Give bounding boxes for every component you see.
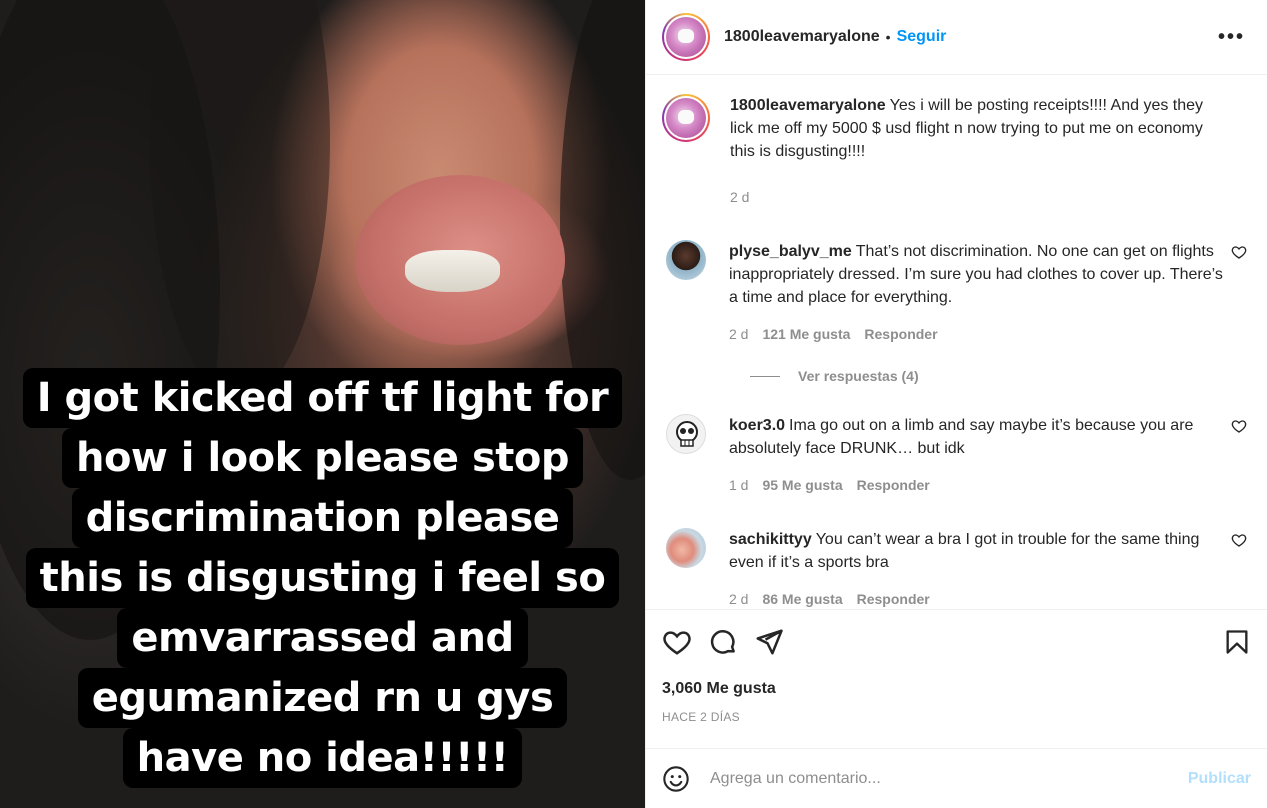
comment-username[interactable]: 1800leavemaryalone xyxy=(730,97,886,114)
comment-body: plyse_balyv_me That’s not discrimination.… xyxy=(729,240,1229,346)
view-replies-button[interactable]: Ver respuestas (4) xyxy=(732,368,1251,384)
comment-item: koer3.0 Ima go out on a limb and say mayb… xyxy=(662,414,1251,497)
comment-likes[interactable]: 121 Me gusta xyxy=(762,323,850,346)
caption-comment: 1800leavemaryalone Yes i will be posting … xyxy=(662,94,1251,209)
separator-dot: • xyxy=(885,29,891,45)
avatar-image xyxy=(666,98,706,138)
comments-list[interactable]: 1800leavemaryalone Yes i will be posting … xyxy=(646,76,1267,609)
post-image[interactable]: I got kicked off tf light for how i look… xyxy=(0,0,645,808)
reply-button[interactable]: Responder xyxy=(857,474,930,497)
comment-likes[interactable]: 95 Me gusta xyxy=(762,474,842,497)
comment-time[interactable]: 2 d xyxy=(729,323,748,346)
post-timestamp[interactable]: HACE 2 DÍAS xyxy=(662,710,1251,724)
comment-item: plyse_balyv_me That’s not discrimination.… xyxy=(662,240,1251,346)
comment-text: Ima go out on a limb and say maybe it’s … xyxy=(729,417,1194,457)
comment-meta: 2 d 121 Me gusta Responder xyxy=(729,323,1229,346)
avatar-image xyxy=(666,17,706,57)
action-icons xyxy=(662,626,1251,658)
likes-count[interactable]: 3,060 Me gusta xyxy=(662,680,1251,698)
more-options-icon[interactable]: ••• xyxy=(1212,26,1251,49)
comment-body: sachikittyy You can’t wear a bra I got in… xyxy=(729,528,1229,609)
commenter-avatar[interactable] xyxy=(666,528,706,568)
comment-body: koer3.0 Ima go out on a limb and say mayb… xyxy=(729,414,1229,497)
replies-divider xyxy=(750,375,780,377)
caption-line: egumanized rn u gys xyxy=(77,668,568,728)
author-username[interactable]: 1800leavemaryalone xyxy=(724,28,880,46)
comment-time[interactable]: 1 d xyxy=(729,474,748,497)
add-comment-bar: Publicar xyxy=(646,748,1267,808)
post-header: 1800leavemaryalone • Seguir ••• xyxy=(646,0,1267,75)
emoji-icon[interactable] xyxy=(662,765,690,793)
comment-meta: 2 d 86 Me gusta Responder xyxy=(729,588,1229,609)
comment-time[interactable]: 2 d xyxy=(729,588,748,609)
comment-icon[interactable] xyxy=(708,627,738,657)
teeth-shape xyxy=(405,250,500,292)
heart-icon[interactable] xyxy=(1231,418,1247,434)
commenter-avatar[interactable] xyxy=(666,414,706,454)
heart-icon[interactable] xyxy=(1231,244,1247,260)
comment-meta: 1 d 95 Me gusta Responder xyxy=(729,474,1229,497)
caption-line: discrimination please xyxy=(71,488,574,548)
view-replies-label: Ver respuestas (4) xyxy=(798,368,919,384)
comment-username[interactable]: plyse_balyv_me xyxy=(729,243,852,260)
heart-icon[interactable] xyxy=(1231,532,1247,548)
reply-button[interactable]: Responder xyxy=(864,323,937,346)
heart-icon[interactable] xyxy=(662,627,692,657)
post-side-panel: 1800leavemaryalone • Seguir ••• 1800leav… xyxy=(645,0,1267,808)
comment-likes[interactable]: 86 Me gusta xyxy=(762,588,842,609)
bookmark-icon[interactable] xyxy=(1223,627,1251,657)
skull-icon xyxy=(676,421,698,447)
caption-line: I got kicked off tf light for xyxy=(22,368,623,428)
commenter-avatar[interactable] xyxy=(666,240,706,280)
follow-button[interactable]: Seguir xyxy=(897,28,947,46)
author-avatar[interactable] xyxy=(662,13,710,61)
caption-line: have no idea!!!!! xyxy=(122,728,523,788)
comment-item: sachikittyy You can’t wear a bra I got in… xyxy=(662,528,1251,609)
publish-button[interactable]: Publicar xyxy=(1188,770,1251,788)
comment-username[interactable]: sachikittyy xyxy=(729,531,812,548)
share-icon[interactable] xyxy=(754,627,784,657)
caption-line: how i look please stop xyxy=(61,428,584,488)
comment-input[interactable] xyxy=(710,769,1188,788)
author-avatar[interactable] xyxy=(662,94,710,142)
comment-body: 1800leavemaryalone Yes i will be posting … xyxy=(730,94,1230,209)
story-caption: I got kicked off tf light for how i look… xyxy=(0,368,645,788)
comment-time[interactable]: 2 d xyxy=(730,186,749,209)
comment-username[interactable]: koer3.0 xyxy=(729,417,785,434)
comment-meta: 2 d xyxy=(730,186,1230,209)
reply-button[interactable]: Responder xyxy=(857,588,930,609)
post-actions: 3,060 Me gusta HACE 2 DÍAS xyxy=(646,609,1267,724)
caption-line: emvarrassed and xyxy=(117,608,528,668)
caption-line: this is disgusting i feel so xyxy=(25,548,620,608)
